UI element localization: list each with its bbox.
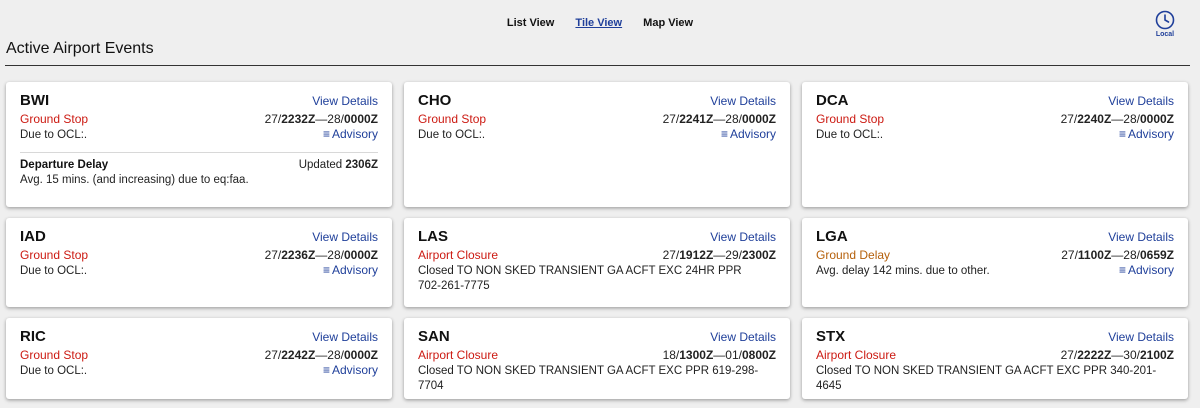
view-details-link[interactable]: View Details (1108, 330, 1174, 344)
event-description: Due to OCL:. (20, 265, 88, 277)
airport-code: IAD (20, 228, 46, 245)
event-description: Closed TO NON SKED TRANSIENT GA ACFT EXC… (816, 365, 1157, 392)
event-type: Ground Stop (20, 248, 89, 262)
list-icon: ≡ (1118, 127, 1126, 141)
event-type: Ground Stop (418, 112, 487, 126)
view-details-link[interactable]: View Details (1108, 94, 1174, 108)
event-time: 27/2232Z—28/0000Z (264, 112, 378, 126)
view-details-link[interactable]: View Details (312, 230, 378, 244)
event-card-las: LAS View Details Airport Closure 27/1912… (404, 218, 790, 307)
event-time: 27/2241Z—28/0000Z (662, 112, 776, 126)
event-card-cho: CHO View Details Ground Stop 27/2241Z—28… (404, 82, 790, 207)
event-time: 18/1300Z—01/0800Z (662, 348, 776, 362)
event-description: Avg. delay 142 mins. due to other. (816, 265, 990, 277)
event-time: 27/2236Z—28/0000Z (264, 248, 378, 262)
airport-code: STX (816, 328, 846, 345)
list-icon: ≡ (1118, 263, 1126, 277)
event-time: 27/1100Z—28/0659Z (1061, 248, 1174, 262)
advisory-link[interactable]: ≡ Advisory (323, 263, 378, 277)
advisory-link[interactable]: ≡ Advisory (323, 363, 378, 377)
view-details-link[interactable]: View Details (312, 330, 378, 344)
event-card-stx: STX View Details Airport Closure 27/2222… (802, 318, 1188, 399)
event-type: Airport Closure (418, 348, 499, 362)
airport-code: BWI (20, 92, 50, 109)
event-card-iad: IAD View Details Ground Stop 27/2236Z—28… (6, 218, 392, 307)
airport-code: RIC (20, 328, 46, 345)
clock-icon (1155, 10, 1175, 30)
event-description: Closed TO NON SKED TRANSIENT GA ACFT EXC… (418, 265, 742, 292)
event-type: Airport Closure (418, 248, 499, 262)
event-time: 27/2242Z—28/0000Z (264, 348, 378, 362)
event-description: Due to OCL:. (20, 129, 88, 141)
clock-label: Local (1155, 31, 1175, 38)
event-time: 27/2240Z—28/0000Z (1060, 112, 1174, 126)
title-divider (5, 65, 1190, 66)
airport-code: DCA (816, 92, 849, 109)
event-time: 27/1912Z—29/2300Z (662, 248, 776, 262)
updated-time: Updated 2306Z (298, 159, 378, 171)
list-view-link[interactable]: List View (507, 17, 554, 29)
view-switcher: List View Tile View Map View (0, 17, 1200, 29)
event-type: Ground Stop (816, 112, 885, 126)
list-icon: ≡ (322, 363, 330, 377)
advisory-link[interactable]: ≡ Advisory (323, 127, 378, 141)
event-description: Closed TO NON SKED TRANSIENT GA ACFT EXC… (418, 365, 759, 392)
event-time: 27/2222Z—30/2100Z (1060, 348, 1174, 362)
event-description: Due to OCL:. (418, 129, 486, 141)
event-description: Due to OCL:. (20, 365, 88, 377)
page-title: Active Airport Events (6, 40, 154, 57)
advisory-link[interactable]: ≡ Advisory (1119, 263, 1174, 277)
view-details-link[interactable]: View Details (710, 330, 776, 344)
list-icon: ≡ (720, 127, 728, 141)
event-card-bwi: BWI View Details Ground Stop 27/2232Z—28… (6, 82, 392, 207)
divider (20, 152, 378, 153)
view-details-link[interactable]: View Details (710, 230, 776, 244)
event-card-san: SAN View Details Airport Closure 18/1300… (404, 318, 790, 399)
advisory-link[interactable]: ≡ Advisory (721, 127, 776, 141)
advisory-link[interactable]: ≡ Advisory (1119, 127, 1174, 141)
map-view-link[interactable]: Map View (643, 17, 693, 29)
airport-code: SAN (418, 328, 450, 345)
tile-view-link[interactable]: Tile View (575, 17, 622, 29)
event-type: Ground Stop (20, 348, 89, 362)
airport-code: CHO (418, 92, 452, 109)
view-details-link[interactable]: View Details (1108, 230, 1174, 244)
list-icon: ≡ (322, 127, 330, 141)
event-card-dca: DCA View Details Ground Stop 27/2240Z—28… (802, 82, 1188, 207)
time-zone-toggle[interactable]: Local (1150, 10, 1180, 38)
event-type: Ground Stop (20, 112, 89, 126)
view-details-link[interactable]: View Details (312, 94, 378, 108)
event-description: Due to OCL:. (816, 129, 884, 141)
secondary-event-description: Avg. 15 mins. (and increasing) due to eq… (20, 174, 249, 186)
event-card-ric: RIC View Details Ground Stop 27/2242Z—28… (6, 318, 392, 399)
airport-code: LAS (418, 228, 448, 245)
view-details-link[interactable]: View Details (710, 94, 776, 108)
list-icon: ≡ (322, 263, 330, 277)
secondary-event-type: Departure Delay (20, 159, 109, 171)
event-card-lga: LGA View Details Ground Delay 27/1100Z—2… (802, 218, 1188, 307)
airport-code: LGA (816, 228, 848, 245)
event-type: Ground Delay (816, 248, 891, 262)
event-type: Airport Closure (816, 348, 897, 362)
